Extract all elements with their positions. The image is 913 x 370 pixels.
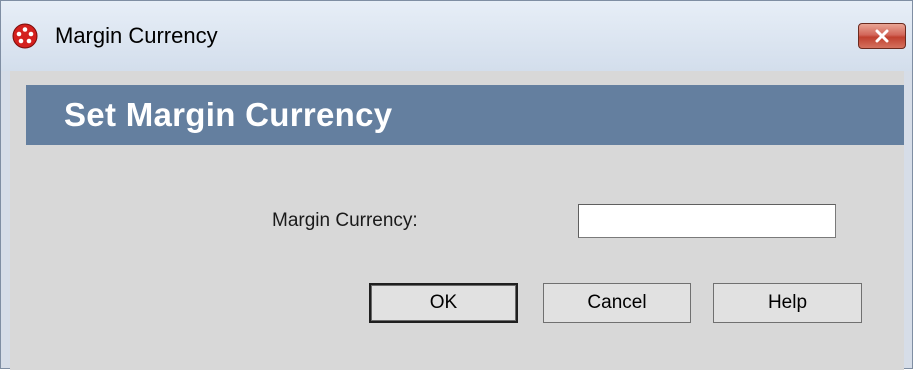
cancel-button[interactable]: Cancel (543, 283, 691, 323)
page-title: Set Margin Currency (64, 96, 393, 133)
header-banner: Set Margin Currency (26, 85, 904, 145)
help-button[interactable]: Help (713, 283, 862, 323)
close-button[interactable] (858, 23, 906, 49)
title-bar[interactable]: Margin Currency (1, 1, 912, 71)
margin-currency-label: Margin Currency: (272, 210, 418, 231)
window-title: Margin Currency (55, 23, 218, 48)
close-icon (875, 29, 889, 43)
margin-currency-input[interactable] (578, 204, 836, 238)
dialog-window: Margin Currency Set Margin Currency Marg… (0, 0, 913, 370)
dialog-content: Set Margin Currency Margin Currency: OK … (10, 71, 904, 370)
app-logo-icon (12, 23, 38, 49)
ok-button[interactable]: OK (369, 283, 518, 323)
